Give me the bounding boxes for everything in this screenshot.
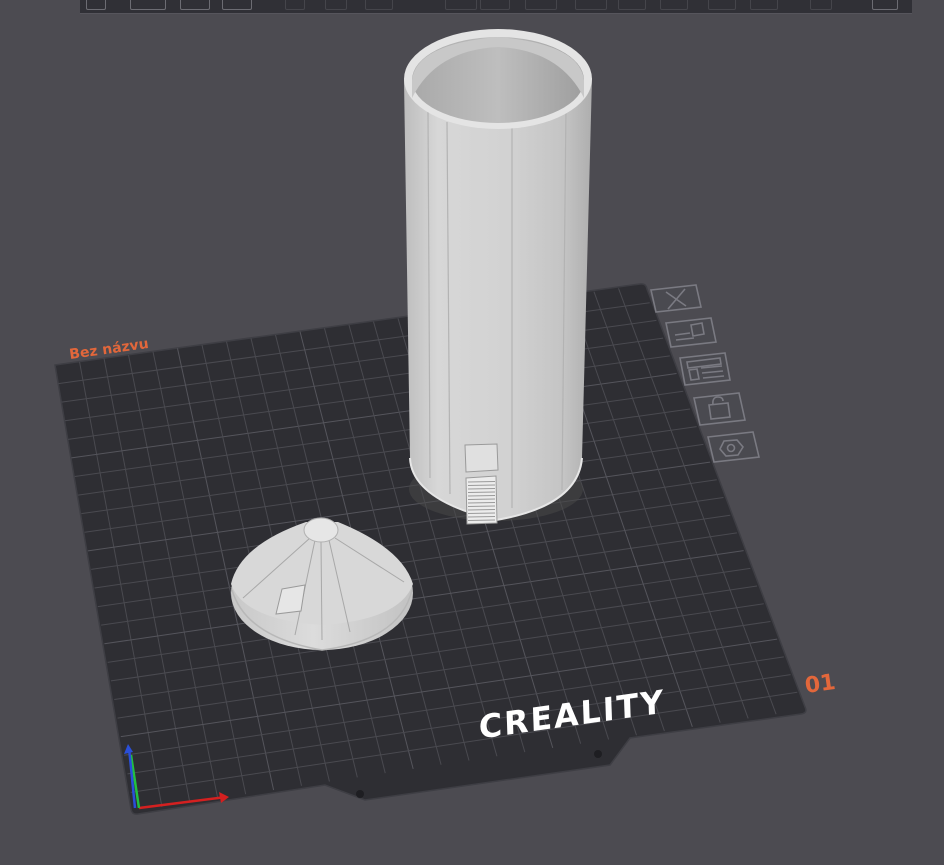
model-tube[interactable] (404, 29, 592, 525)
vent-slat (467, 519, 496, 521)
plate-close-button[interactable] (650, 284, 702, 313)
vent-slat (467, 512, 496, 514)
vent-slat (467, 488, 496, 490)
vent-slat (467, 502, 496, 504)
plate-number-label: 01 (803, 670, 837, 699)
plate-lock-button[interactable] (693, 392, 746, 426)
plate-arrange-button[interactable] (679, 352, 731, 386)
vent-slat (467, 495, 496, 497)
vent-slat (467, 484, 496, 486)
plate-settings-button[interactable] (707, 431, 760, 463)
vent-slat (467, 498, 496, 500)
vent-slat (467, 509, 496, 511)
vent-slat (467, 491, 496, 493)
vent-slat (467, 516, 496, 518)
plate-auto-orient-button[interactable] (665, 317, 717, 348)
3d-viewport[interactable]: Bez názvu CREALITY 01 (0, 0, 944, 865)
plate-hole-icon (356, 790, 364, 798)
tube-door (464, 443, 499, 525)
plate-hole-icon (594, 750, 602, 758)
vent-slat (467, 481, 496, 483)
vent-slat (467, 505, 496, 507)
